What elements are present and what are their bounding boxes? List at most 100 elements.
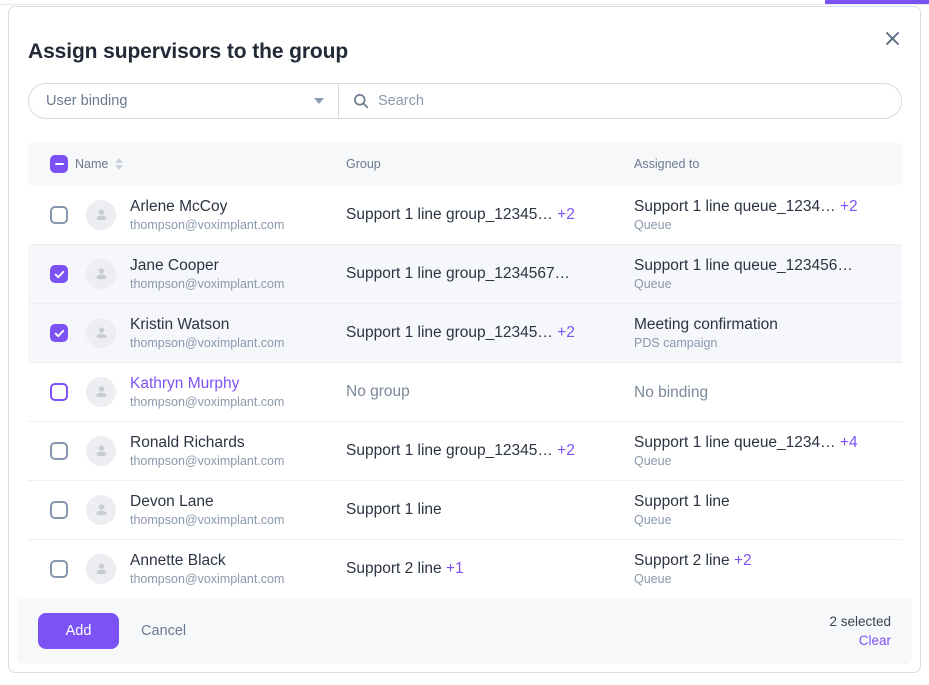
- table-row[interactable]: Ronald Richards thompson@voximplant.com Su…: [28, 422, 902, 481]
- table-header-row: Name Group Assigned to: [28, 142, 902, 186]
- assigned-title: Support 1 line queue_1234… +2: [634, 197, 858, 215]
- user-name[interactable]: Kristin Watson: [130, 315, 284, 334]
- name-block: Kristin Watson thompson@voximplant.com: [130, 315, 284, 352]
- avatar: [86, 436, 116, 466]
- sort-descending-icon: [115, 165, 124, 170]
- cell-group: Support 1 line group_12345… +2: [346, 206, 575, 223]
- table-row[interactable]: Arlene McCoy thompson@voximplant.com Suppo…: [28, 186, 902, 245]
- user-binding-select-value: User binding: [46, 93, 128, 109]
- table-row[interactable]: Devon Lane thompson@voximplant.com Support…: [28, 481, 902, 540]
- user-email: thompson@voximplant.com: [130, 571, 285, 586]
- cell-assigned-to: Support 2 line +2 Queue: [634, 551, 902, 588]
- row-checkbox[interactable]: [50, 442, 68, 460]
- avatar: [86, 200, 116, 230]
- cell-assigned-to: Support 1 line queue_1234… +4 Queue: [634, 433, 902, 470]
- user-binding-select[interactable]: User binding: [28, 83, 339, 119]
- selection-summary: 2 selected Clear: [829, 612, 891, 651]
- row-checkbox[interactable]: [50, 560, 68, 578]
- assigned-title: Meeting confirmation: [634, 315, 778, 333]
- cell-assigned-to: Meeting confirmation PDS campaign: [634, 315, 902, 352]
- assigned-title: No binding: [634, 383, 709, 401]
- user-email: thompson@voximplant.com: [130, 217, 285, 232]
- name-block: Devon Lane thompson@voximplant.com: [130, 492, 284, 529]
- cell-name: Kristin Watson thompson@voximplant.com: [50, 315, 346, 352]
- user-name[interactable]: Devon Lane: [130, 492, 284, 511]
- user-name[interactable]: Kathryn Murphy: [130, 374, 284, 393]
- supervisors-table: Name Group Assigned to Arlene McCoy thomp…: [28, 142, 902, 599]
- assigned-title: Support 1 line queue_123456…: [634, 256, 853, 274]
- assigned-overflow-badge[interactable]: +4: [840, 434, 858, 451]
- page-title: Assign supervisors to the group: [28, 40, 349, 63]
- cell-name: Ronald Richards thompson@voximplant.com: [50, 433, 346, 470]
- assigned-overflow-badge[interactable]: +2: [840, 198, 858, 215]
- name-block: Annette Black thompson@voximplant.com: [130, 551, 284, 588]
- cell-group: Support 1 line group_1234567…: [346, 265, 571, 282]
- close-icon[interactable]: [878, 24, 906, 52]
- cell-name: Devon Lane thompson@voximplant.com: [50, 492, 346, 529]
- table-body: Arlene McCoy thompson@voximplant.com Suppo…: [28, 186, 902, 599]
- clear-selection-link[interactable]: Clear: [859, 631, 891, 651]
- row-checkbox[interactable]: [50, 501, 68, 519]
- assigned-subtitle: Queue: [634, 571, 672, 586]
- search-input[interactable]: [369, 84, 901, 118]
- row-checkbox[interactable]: [50, 265, 68, 283]
- cell-name: Annette Black thompson@voximplant.com: [50, 551, 346, 588]
- group-overflow-badge[interactable]: +2: [557, 442, 575, 459]
- group-overflow-badge[interactable]: +2: [557, 206, 575, 223]
- assigned-title: Support 1 line: [634, 492, 730, 510]
- assigned-overflow-badge[interactable]: +2: [734, 552, 752, 569]
- cell-assigned-to: Support 1 line Queue: [634, 492, 902, 529]
- avatar: [86, 259, 116, 289]
- add-button[interactable]: Add: [38, 613, 119, 649]
- group-overflow-badge[interactable]: +1: [446, 560, 464, 577]
- avatar: [86, 377, 116, 407]
- search-box[interactable]: [339, 83, 902, 119]
- chevron-down-icon: [314, 98, 324, 104]
- name-block: Kathryn Murphy thompson@voximplant.com: [130, 374, 284, 411]
- row-checkbox[interactable]: [50, 383, 68, 401]
- assigned-subtitle: PDS campaign: [634, 335, 718, 350]
- assign-supervisors-modal: Assign supervisors to the group User bin…: [8, 6, 921, 673]
- cell-name: Arlene McCoy thompson@voximplant.com: [50, 197, 346, 234]
- selected-count-label: 2 selected: [829, 613, 891, 629]
- user-name[interactable]: Annette Black: [130, 551, 284, 570]
- cell-assigned-to: No binding: [634, 383, 902, 402]
- user-name[interactable]: Jane Cooper: [130, 256, 284, 275]
- assigned-title: Support 1 line queue_1234… +4: [634, 433, 858, 451]
- cell-group: Support 1 line group_12345… +2: [346, 324, 575, 341]
- name-block: Ronald Richards thompson@voximplant.com: [130, 433, 284, 470]
- avatar: [86, 554, 116, 584]
- name-block: Jane Cooper thompson@voximplant.com: [130, 256, 284, 293]
- user-name[interactable]: Ronald Richards: [130, 433, 284, 452]
- avatar: [86, 318, 116, 348]
- user-name[interactable]: Arlene McCoy: [130, 197, 284, 216]
- column-header-name: Name: [75, 157, 109, 171]
- sort-icon[interactable]: [115, 158, 124, 170]
- cell-assigned-to: Support 1 line queue_1234… +2 Queue: [634, 197, 902, 234]
- table-row[interactable]: Annette Black thompson@voximplant.com Supp…: [28, 540, 902, 599]
- user-email: thompson@voximplant.com: [130, 394, 285, 409]
- row-checkbox[interactable]: [50, 324, 68, 342]
- assigned-subtitle: Queue: [634, 276, 672, 291]
- select-all-checkbox[interactable]: [50, 155, 68, 173]
- cell-group: Support 1 line group_12345… +2: [346, 442, 575, 459]
- assigned-subtitle: Queue: [634, 217, 672, 232]
- avatar: [86, 495, 116, 525]
- column-header-assigned-to: Assigned to: [634, 157, 700, 171]
- cell-assigned-to: Support 1 line queue_123456… Queue: [634, 256, 902, 293]
- sort-ascending-icon: [115, 158, 124, 163]
- table-row[interactable]: Kathryn Murphy thompson@voximplant.com No …: [28, 363, 902, 422]
- row-checkbox[interactable]: [50, 206, 68, 224]
- page-background-divider: [0, 4, 929, 5]
- group-overflow-badge[interactable]: +2: [557, 324, 575, 341]
- cancel-button[interactable]: Cancel: [141, 623, 186, 639]
- cell-group: Support 2 line +1: [346, 560, 464, 577]
- column-header-group: Group: [346, 157, 381, 171]
- user-email: thompson@voximplant.com: [130, 276, 285, 291]
- cell-name: Jane Cooper thompson@voximplant.com: [50, 256, 346, 293]
- cell-group: No group: [346, 383, 410, 400]
- table-row[interactable]: Jane Cooper thompson@voximplant.com Suppor…: [28, 245, 902, 304]
- assigned-title: Support 2 line +2: [634, 551, 752, 569]
- user-email: thompson@voximplant.com: [130, 453, 285, 468]
- table-row[interactable]: Kristin Watson thompson@voximplant.com Sup…: [28, 304, 902, 363]
